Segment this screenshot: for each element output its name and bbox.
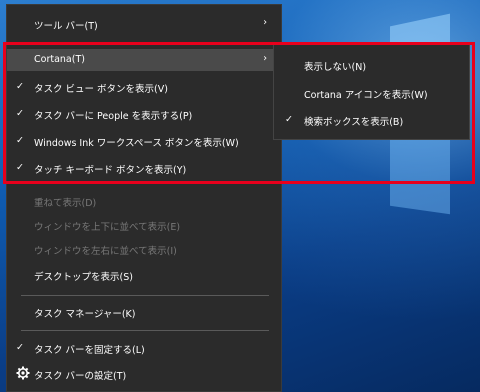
menu-item-task-manager[interactable]: タスク マネージャー(K) [7,301,281,323]
menu-item-cascade: 重ねて表示(D) [7,190,281,212]
menu-item-taskbar-settings[interactable]: タスク バーの設定(T) [7,363,281,385]
menu-separator [21,295,269,296]
menu-item-toolbars[interactable]: ツール バー(T) › [7,13,281,35]
checkmark-icon: ✓ [16,342,24,353]
gear-icon [16,366,30,380]
menu-item-label: 重ねて表示(D) [34,198,97,209]
chevron-right-icon: › [263,17,267,28]
menu-item-show-desktop[interactable]: デスクトップを表示(S) [7,264,281,286]
menu-item-stack: ウィンドウを上下に並べて表示(E) [7,214,281,236]
menu-item-label: ウィンドウを上下に並べて表示(E) [34,222,181,233]
menu-item-side-by-side: ウィンドウを左右に並べて表示(I) [7,238,281,260]
menu-item-label: タスク バーを固定する(L) [34,345,145,356]
menu-separator [21,330,269,331]
menu-item-label: ウィンドウを左右に並べて表示(I) [34,246,177,257]
highlight-box [3,42,475,184]
menu-item-lock-taskbar[interactable]: ✓ タスク バーを固定する(L) [7,337,281,359]
menu-item-label: デスクトップを表示(S) [34,272,133,283]
menu-item-label: ツール バー(T) [34,21,98,32]
menu-item-label: タスク マネージャー(K) [34,309,136,320]
menu-item-label: タスク バーの設定(T) [34,371,127,382]
